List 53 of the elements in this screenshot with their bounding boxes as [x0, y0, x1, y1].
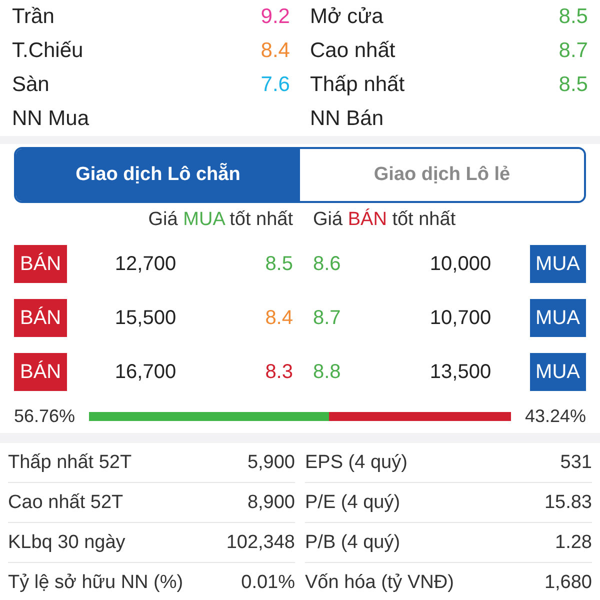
quote-value: 8.5 [558, 73, 588, 97]
stat-label: P/E (4 quý) [305, 492, 400, 514]
best-ask-header: Giá BÁN tốt nhất [312, 209, 457, 231]
bid-volume: 12,700 [114, 252, 178, 276]
stat-value: 15.83 [544, 492, 592, 514]
ask-volume: 10,700 [428, 306, 492, 330]
stat-label: P/B (4 quý) [305, 532, 400, 554]
ask-volume: 10,000 [428, 252, 492, 276]
quote-label: Thấp nhất [310, 73, 405, 97]
stat-label: Cao nhất 52T [8, 492, 124, 514]
quote-value: 8.4 [260, 39, 290, 63]
sell-button[interactable]: BÁN [14, 245, 68, 283]
stat-value: 5,900 [247, 452, 295, 474]
quote-value: 8.5 [558, 5, 588, 29]
stat-label: Tỷ lệ sở hữu NN (%) [8, 572, 184, 594]
stat-label: EPS (4 quý) [305, 452, 408, 474]
ask-price: 8.8 [312, 360, 342, 384]
stat-value: 8,900 [247, 492, 295, 514]
quote-value: 9.2 [260, 5, 290, 29]
stat-value: 531 [560, 452, 592, 474]
buy-button[interactable]: MUA [530, 353, 586, 391]
buy-button[interactable]: MUA [530, 245, 586, 283]
bid-volume: 15,500 [114, 306, 178, 330]
quote-value: 7.6 [260, 73, 290, 97]
bid-price: 8.5 [264, 252, 294, 276]
quote-label: NN Mua [12, 107, 90, 131]
stat-label: Vốn hóa (tỷ VNĐ) [305, 572, 454, 594]
quote-value: 8.7 [558, 39, 588, 63]
sell-ratio: 43.24% [524, 406, 586, 426]
best-bid-header: Giá MUA tốt nhất [147, 209, 294, 231]
bid-price: 8.4 [264, 306, 294, 330]
buy-ratio: 56.76% [14, 406, 76, 426]
quote-label: Sàn [12, 73, 50, 97]
quote-label: NN Bán [310, 107, 384, 131]
stat-value: 0.01% [241, 572, 295, 594]
ask-price: 8.6 [312, 252, 342, 276]
buy-button[interactable]: MUA [530, 299, 586, 337]
stat-value: 102,348 [226, 532, 295, 554]
quote-label: Mở cửa [310, 5, 384, 29]
sell-button[interactable]: BÁN [14, 353, 68, 391]
stat-value: 1.28 [555, 532, 592, 554]
quote-label: Cao nhất [310, 39, 396, 63]
bid-volume: 16,700 [114, 360, 178, 384]
bid-price: 8.3 [264, 360, 294, 384]
sell-button[interactable]: BÁN [14, 299, 68, 337]
quote-label: Trần [12, 5, 54, 29]
ask-volume: 13,500 [428, 360, 492, 384]
stat-label: KLbq 30 ngày [8, 532, 126, 554]
ask-price: 8.7 [312, 306, 342, 330]
stat-value: 1,680 [544, 572, 592, 594]
stat-label: Thấp nhất 52T [8, 452, 132, 474]
tab[interactable]: Giao dịch Lô chẵn [16, 149, 300, 201]
quote-label: T.Chiếu [12, 39, 84, 63]
